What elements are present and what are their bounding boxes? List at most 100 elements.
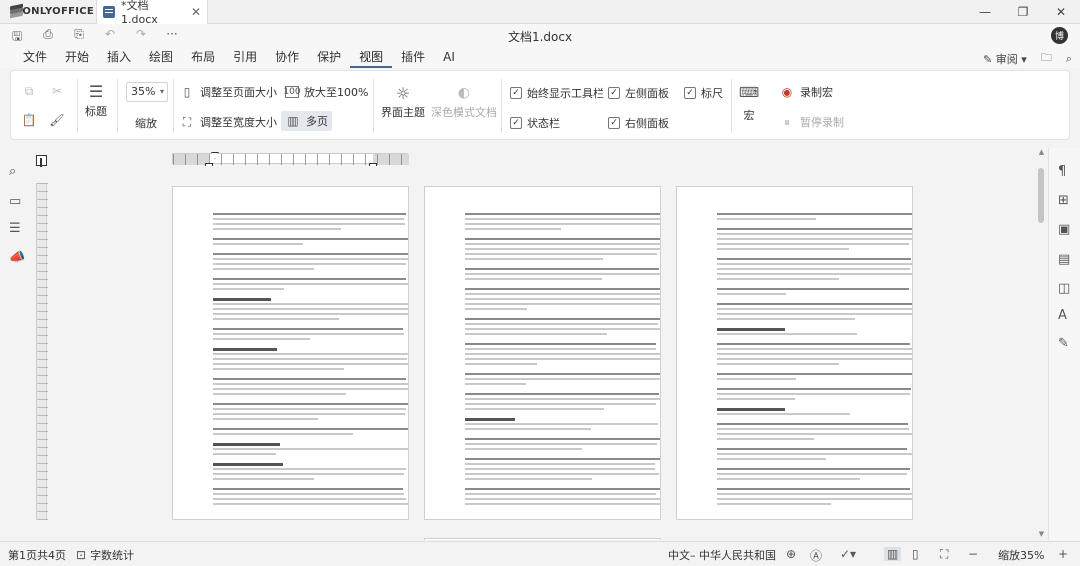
chart-settings-icon[interactable]: ◫ [1058, 281, 1070, 296]
multipage-view-icon[interactable]: ▥ [884, 547, 902, 561]
text-line [465, 278, 602, 280]
multipage-button[interactable]: ▥ 多页 [281, 111, 332, 131]
scroll-down-icon[interactable]: ▼ [1037, 530, 1046, 538]
close-window-button[interactable]: ✕ [1042, 0, 1080, 24]
signature-icon[interactable]: ✎ [1058, 336, 1069, 351]
text-line [213, 338, 310, 340]
fit-page-button[interactable]: ▯ 调整至页面大小 [179, 84, 277, 100]
search-icon[interactable]: ⌕ [1066, 52, 1072, 66]
menu-file[interactable]: 文件 [14, 48, 56, 68]
navigation-icon[interactable]: ☰ [9, 221, 21, 236]
always-show-toolbar-checkbox[interactable]: ✓ 始终显示工具栏 [510, 85, 604, 101]
text-line [465, 358, 660, 360]
menu-view[interactable]: 视图 [350, 48, 393, 68]
right-panel: ¶ ⊞ ▣ ▤ ◫ A ✎ [1048, 148, 1080, 540]
text-line [213, 223, 406, 225]
zoom-in-icon[interactable]: + [1058, 547, 1068, 561]
restore-button[interactable]: ❐ [1004, 0, 1042, 24]
text-line [465, 373, 660, 375]
menu-plugins[interactable]: 插件 [392, 48, 434, 68]
avatar[interactable]: 博 [1051, 27, 1068, 44]
text-line [213, 393, 347, 395]
header-footer-icon[interactable]: ▤ [1058, 252, 1070, 267]
table-settings-icon[interactable]: ⊞ [1058, 193, 1069, 208]
track-changes-icon[interactable]: ✓▾ [840, 547, 856, 561]
text-line [213, 433, 353, 435]
pause-record-button[interactable]: ⏸ 暂停录制 [779, 114, 844, 130]
zoom-select[interactable]: 35% ▾ [126, 82, 168, 102]
text-line [717, 278, 839, 280]
right-panel-checkbox[interactable]: ✓ 右侧面板 [608, 115, 669, 131]
paste-icon[interactable]: 📋 [21, 112, 37, 128]
menu-draw[interactable]: 绘图 [140, 48, 182, 68]
vertical-scrollbar[interactable]: ▲ ▼ [1036, 148, 1046, 540]
language-button[interactable]: 中文– 中华人民共和国 [668, 547, 776, 563]
text-line [465, 423, 659, 425]
document-canvas[interactable] [50, 166, 1035, 540]
spellcheck-icon[interactable]: Ⓐ [810, 547, 822, 564]
page-info[interactable]: 第1页共4页 [8, 547, 66, 563]
word-count-button[interactable]: ⊡ 字数统计 [76, 547, 134, 563]
menu-home[interactable]: 开始 [56, 48, 98, 68]
close-tab-icon[interactable]: ✕ [191, 5, 201, 19]
document-tab[interactable]: *文档1.docx ✕ [96, 0, 208, 26]
zoom-100-button[interactable]: 100 放大至100% [283, 84, 368, 100]
text-line [213, 378, 407, 380]
text-line [465, 418, 515, 421]
text-line [465, 473, 659, 475]
record-macro-button[interactable]: ◉ 录制宏 [779, 84, 833, 100]
text-line [717, 413, 850, 415]
globe-icon[interactable]: ⊕ [786, 547, 796, 561]
menu-references[interactable]: 引用 [224, 48, 266, 68]
feedback-icon[interactable]: 📣 [9, 250, 25, 265]
text-art-icon[interactable]: A [1058, 308, 1067, 323]
text-line [465, 308, 527, 310]
scroll-up-icon[interactable]: ▲ [1037, 148, 1046, 156]
text-line [717, 348, 912, 350]
status-bar-checkbox[interactable]: ✓ 状态栏 [510, 115, 560, 131]
text-line [465, 223, 660, 225]
document-page[interactable] [172, 186, 409, 520]
ruler-checkbox[interactable]: ✓ 标尺 [684, 85, 723, 101]
macro-icon: ⌨ [738, 85, 760, 101]
zoom-out-icon[interactable]: − [968, 547, 978, 561]
menu-layout[interactable]: 布局 [182, 48, 224, 68]
text-line [213, 473, 404, 475]
scrollbar-thumb[interactable] [1038, 168, 1044, 223]
left-panel-label: 左侧面板 [625, 87, 669, 100]
zoom-level[interactable]: 缩放35% [998, 547, 1044, 563]
minimize-button[interactable]: — [966, 0, 1004, 24]
review-mode-button[interactable]: ✎ 审阅 ▾ [983, 51, 1027, 67]
checkmark-icon: ✓ [608, 117, 620, 129]
cut-icon[interactable]: ✂ [49, 83, 65, 99]
copy-icon[interactable]: ⧉ [21, 83, 37, 99]
interface-theme-button[interactable]: ☼ 界面主题 [381, 84, 425, 120]
fit-width-icon[interactable]: ⛶ [940, 547, 948, 562]
multipage-label: 多页 [306, 115, 328, 128]
format-painter-icon[interactable]: 🖌 [49, 112, 65, 128]
text-line [465, 293, 660, 295]
fit-width-button[interactable]: ⛶ 调整至宽度大小 [179, 114, 277, 130]
comments-icon[interactable]: ▭ [9, 194, 21, 209]
open-location-icon[interactable]: 🗀 [1041, 49, 1052, 68]
fit-page-icon[interactable]: ▯ [912, 547, 919, 561]
search-icon[interactable]: ⌕ [9, 164, 16, 179]
menu-ai[interactable]: AI [434, 48, 464, 68]
document-page[interactable] [424, 538, 661, 540]
paragraph-settings-icon[interactable]: ¶ [1058, 164, 1066, 179]
tab-stop-selector[interactable] [36, 155, 47, 166]
text-line [465, 468, 656, 470]
menu-insert[interactable]: 插入 [98, 48, 140, 68]
document-page[interactable] [676, 186, 913, 520]
dark-document-button[interactable]: ◐ 深色模式文档 [431, 85, 497, 120]
document-page[interactable] [424, 186, 661, 520]
image-settings-icon[interactable]: ▣ [1058, 222, 1070, 237]
menu-protection[interactable]: 保护 [308, 48, 350, 68]
heading-button[interactable]: ☰ 标题 [85, 82, 107, 119]
app-logo[interactable]: ONLYOFFICE [0, 0, 94, 24]
menu-collaboration[interactable]: 协作 [266, 48, 308, 68]
text-line [717, 393, 911, 395]
macro-button[interactable]: ⌨ 宏 [738, 85, 760, 123]
vertical-ruler [36, 183, 48, 520]
left-panel-checkbox[interactable]: ✓ 左侧面板 [608, 85, 669, 101]
